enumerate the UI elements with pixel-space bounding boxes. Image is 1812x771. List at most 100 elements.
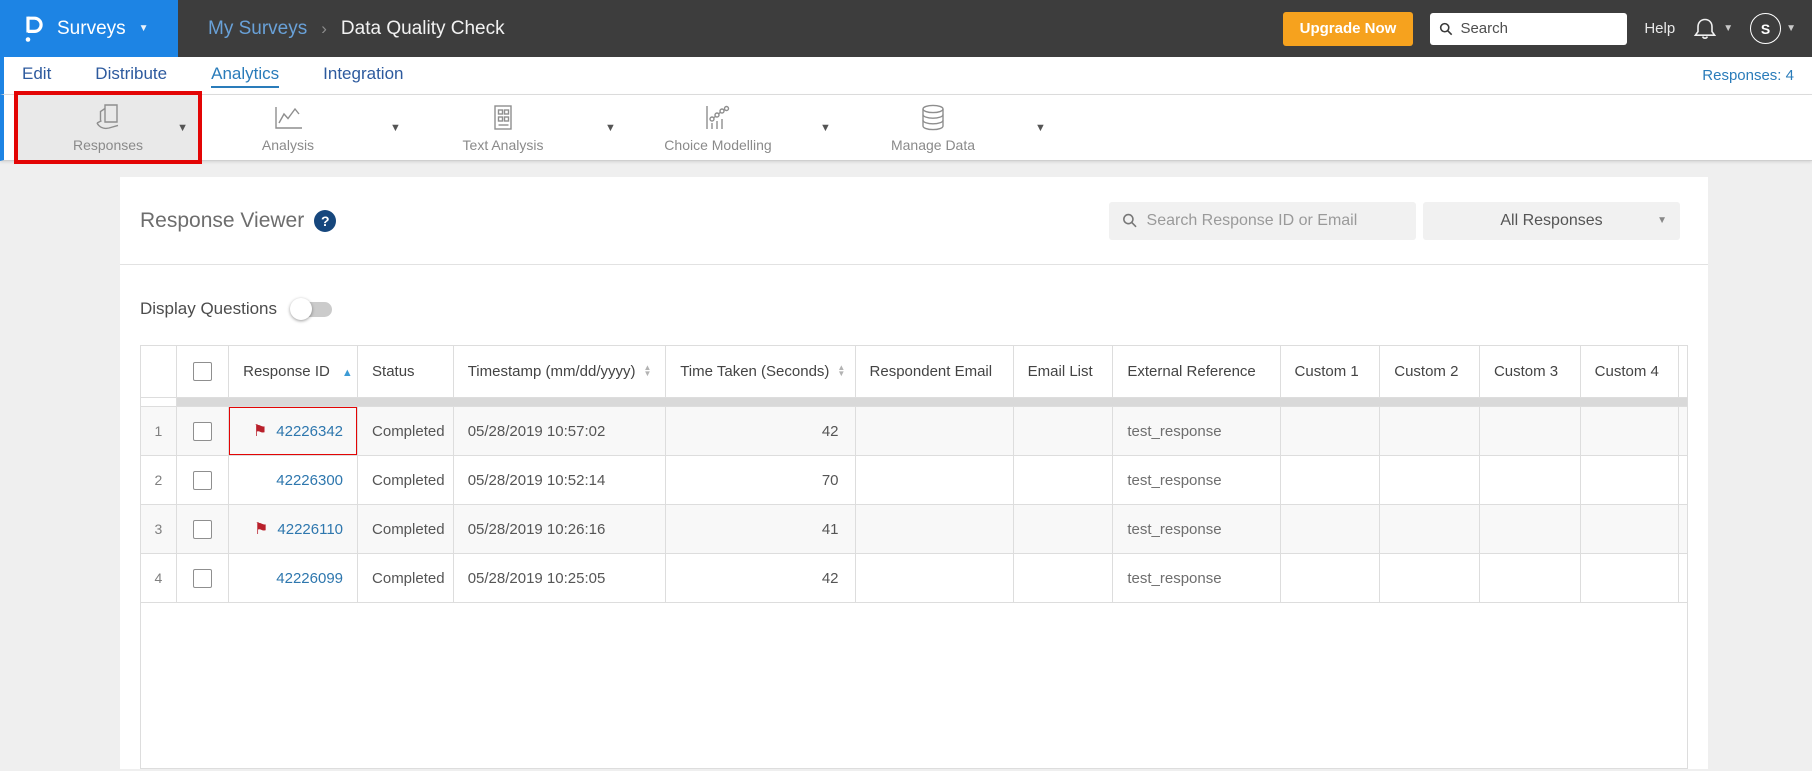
response-id-link[interactable]: 42226099 [276, 570, 343, 587]
toolbar-label: Responses [72, 136, 144, 153]
custom-4-cell [1579, 455, 1680, 505]
time-taken-cell: 70 [665, 455, 856, 505]
search-icon [1440, 22, 1453, 35]
response-id-link[interactable]: 42226300 [276, 472, 343, 489]
chevron-down-icon: ▼ [138, 22, 149, 34]
upgrade-now-button[interactable]: Upgrade Now [1282, 11, 1414, 46]
custom-3-cell [1478, 455, 1581, 505]
response-id-link[interactable]: 42226110 [277, 521, 343, 538]
row-number: 3 [141, 504, 177, 554]
time-taken-cell: 42 [665, 553, 856, 603]
response-search-input[interactable] [1146, 211, 1403, 230]
global-search [1430, 12, 1628, 45]
global-search-input[interactable] [1460, 20, 1619, 37]
row-number: 2 [141, 455, 177, 505]
external-reference-cell: test_response [1112, 553, 1281, 603]
tab-distribute[interactable]: Distribute [95, 64, 167, 88]
toolbar-item-manage-data[interactable]: Manage Data [843, 95, 1023, 160]
column-header-time-taken[interactable]: Time Taken (Seconds) ▲ ▼ [665, 345, 856, 398]
respondent-email-cell [854, 455, 1014, 505]
help-link[interactable]: Help [1644, 20, 1675, 37]
custom-1-cell [1279, 504, 1381, 554]
custom-4-cell [1579, 504, 1680, 554]
custom-4-cell [1579, 553, 1680, 603]
toolbar-item-choice-modelling[interactable]: Choice Modelling [628, 95, 808, 160]
tab-analytics[interactable]: Analytics [211, 64, 280, 88]
custom-2-cell [1379, 504, 1480, 554]
topbar-actions: Upgrade Now Help ▼ S ▼ [1282, 11, 1796, 46]
time-taken-cell: 41 [665, 504, 856, 554]
tab-integration[interactable]: Integration [323, 64, 403, 88]
toolbar-item-analysis[interactable]: Analysis [198, 95, 378, 160]
sort-icon: ▲ ▼ [643, 363, 652, 379]
notifications-menu[interactable]: ▼ [1692, 16, 1733, 42]
toolbar-label: Text Analysis [462, 136, 544, 153]
tab-edit[interactable]: Edit [22, 64, 51, 88]
column-header-custom-4: Custom 4 [1579, 345, 1680, 398]
text-analysis-icon [494, 104, 512, 130]
breadcrumb-my-surveys[interactable]: My Surveys [208, 18, 307, 40]
responses-filter-dropdown[interactable]: All Responses ▼ [1423, 201, 1680, 240]
row-checkbox[interactable] [192, 470, 212, 490]
column-header-custom-3: Custom 3 [1478, 345, 1581, 398]
toolbar-label: Choice Modelling [664, 136, 772, 153]
toolbar-item-responses[interactable]: Responses ▼ [18, 95, 198, 160]
scrollbar-row [141, 397, 1687, 407]
scrollbar-spacer-cell [1678, 504, 1687, 554]
table-row: 4 ⚑42226099 Completed 05/28/2019 10:25:0… [141, 553, 1687, 603]
horizontal-scrollbar[interactable] [176, 397, 1687, 407]
response-id-cell: ⚑42226099 [228, 553, 359, 603]
response-id-cell: ⚑ 42226110 [228, 504, 359, 554]
row-number: 4 [141, 553, 177, 603]
toolbar-item-text-analysis[interactable]: Text Analysis [413, 95, 593, 160]
sort-ascending-icon: ▲ [341, 367, 353, 379]
display-questions-toggle[interactable] [290, 297, 333, 320]
avatar: S [1750, 13, 1782, 44]
sort-icon: ▲ ▼ [837, 363, 846, 379]
status-cell: Completed [357, 455, 454, 505]
toolbar-label: Analysis [261, 136, 315, 153]
custom-3-cell [1478, 553, 1581, 603]
external-reference-cell: test_response [1112, 504, 1281, 554]
breadcrumb-separator-icon: › [321, 18, 327, 38]
response-id-link[interactable]: 42226342 [276, 423, 343, 440]
select-all-checkbox[interactable] [192, 362, 212, 381]
custom-3-cell [1478, 406, 1581, 456]
time-taken-cell: 42 [665, 406, 856, 456]
flag-icon: ⚑ [254, 521, 269, 538]
column-header-response-id[interactable]: Response ID ▲ [228, 345, 359, 398]
help-badge-icon[interactable]: ? [314, 209, 337, 232]
custom-2-cell [1379, 553, 1480, 603]
response-id-cell: ⚑ 42226342 [228, 406, 359, 456]
search-icon [1123, 213, 1137, 228]
response-search [1109, 201, 1416, 240]
status-cell: Completed [357, 406, 454, 456]
account-menu[interactable]: S ▼ [1750, 13, 1796, 44]
table-row: 2 ⚑42226300 Completed 05/28/2019 10:52:1… [141, 455, 1687, 505]
row-checkbox[interactable] [192, 421, 212, 441]
respondent-email-cell [854, 406, 1014, 456]
scrollbar-spacer-cell [1678, 553, 1687, 603]
chevron-down-icon[interactable]: ▼ [378, 122, 413, 134]
row-checkbox[interactable] [192, 519, 212, 539]
chevron-down-icon[interactable]: ▼ [177, 122, 188, 134]
responses-table: Response ID ▲ Status Timestamp (mm/dd/yyy… [141, 345, 1687, 603]
analytics-toolbar: Responses ▼ Analysis ▼ Text Analysis ▼ C… [0, 95, 1812, 161]
topbar: Surveys ▼ My Surveys › Data Quality Chec… [0, 0, 1812, 57]
column-header-status: Status [357, 345, 454, 398]
row-checkbox[interactable] [192, 568, 212, 588]
column-header-timestamp[interactable]: Timestamp (mm/dd/yyyy) ▲ ▼ [452, 345, 667, 398]
app-window: Surveys ▼ My Surveys › Data Quality Chec… [0, 0, 1812, 771]
chevron-down-icon[interactable]: ▼ [593, 122, 628, 134]
toolbar-label: Manage Data [890, 136, 976, 153]
choice-modelling-icon [706, 105, 730, 129]
chevron-down-icon[interactable]: ▼ [1023, 122, 1058, 134]
responses-icon [96, 103, 119, 129]
chevron-down-icon[interactable]: ▼ [808, 122, 843, 134]
email-list-cell [1012, 504, 1114, 554]
flag-icon: ⚑ [252, 423, 268, 440]
manage-data-icon [922, 104, 944, 130]
responses-count: Responses: 4 [1702, 67, 1794, 84]
column-header-custom-2: Custom 2 [1379, 345, 1480, 398]
product-switcher[interactable]: Surveys ▼ [0, 0, 178, 57]
